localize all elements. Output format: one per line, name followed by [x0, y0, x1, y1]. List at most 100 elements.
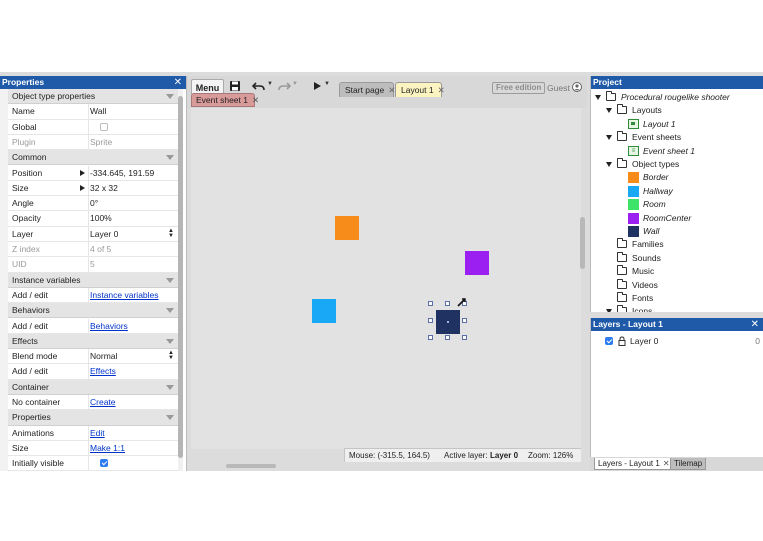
- selection-handle[interactable]: [462, 318, 467, 323]
- tree-folder-object-types[interactable]: Object types: [591, 158, 763, 171]
- property-row[interactable]: Add / edit Behaviors: [8, 318, 178, 334]
- sprite-hallway[interactable]: [312, 299, 336, 323]
- property-row[interactable]: Name Wall: [8, 104, 178, 120]
- tree-folder[interactable]: Sounds: [591, 251, 763, 265]
- undo-icon[interactable]: [252, 81, 266, 91]
- tree-folder[interactable]: Fonts: [591, 292, 763, 305]
- property-value[interactable]: Normal: [90, 349, 117, 364]
- selection-handle[interactable]: [428, 335, 433, 340]
- property-row[interactable]: Position -334.645, 191.59: [8, 165, 178, 181]
- tab-tilemap[interactable]: Tilemap: [670, 458, 707, 470]
- collapse-arrow-icon[interactable]: [166, 277, 174, 283]
- properties-scrollbar-thumb[interactable]: [178, 96, 183, 458]
- save-icon[interactable]: [229, 80, 241, 92]
- free-edition-badge[interactable]: Free edition: [492, 82, 546, 94]
- tree-item-layout[interactable]: Layout 1: [591, 118, 763, 131]
- property-checkbox[interactable]: [100, 459, 108, 468]
- sprite-roomcenter[interactable]: [465, 251, 489, 275]
- tree-item-event-sheet[interactable]: ≡ Event sheet 1: [591, 145, 763, 158]
- selection-handle[interactable]: [445, 335, 450, 340]
- undo-dropdown-icon[interactable]: ▼: [267, 81, 273, 87]
- selection-handle[interactable]: [428, 318, 433, 323]
- collapse-arrow-icon[interactable]: [166, 338, 174, 344]
- property-category[interactable]: Behaviors: [8, 303, 178, 319]
- property-category[interactable]: Effects: [8, 333, 178, 350]
- expand-arrow-icon[interactable]: [80, 169, 85, 176]
- tree-folder[interactable]: Videos: [591, 278, 763, 292]
- property-row[interactable]: Size 32 x 32: [8, 180, 178, 197]
- property-value[interactable]: -334.645, 191.59: [90, 166, 154, 181]
- property-link[interactable]: Behaviors: [90, 319, 128, 334]
- collapse-arrow-icon[interactable]: [166, 94, 174, 99]
- property-row[interactable]: Animations Edit: [8, 425, 178, 441]
- tree-item-object[interactable]: Hallway: [591, 185, 763, 198]
- property-row[interactable]: No container Create: [8, 395, 178, 411]
- property-value[interactable]: 5: [90, 257, 95, 272]
- collapse-arrow-icon[interactable]: [166, 415, 174, 421]
- collapse-arrow-icon[interactable]: [166, 308, 174, 314]
- collapse-arrow-icon[interactable]: [166, 384, 174, 390]
- property-category[interactable]: Object type properties: [8, 89, 178, 105]
- canvas-horizontal-scrollbar[interactable]: [226, 464, 276, 468]
- property-value[interactable]: 32 x 32: [90, 181, 118, 196]
- tab-start-page[interactable]: Start page ✕: [339, 82, 395, 97]
- expand-triangle-icon[interactable]: [606, 135, 612, 141]
- property-row[interactable]: Z index 4 of 5: [8, 242, 178, 258]
- tree-folder[interactable]: Music: [591, 265, 763, 278]
- tree-folder-cut-off[interactable]: Icons: [591, 305, 763, 312]
- property-row[interactable]: Global: [8, 119, 178, 135]
- property-row[interactable]: Plugin Sprite: [8, 134, 178, 151]
- expand-triangle-icon[interactable]: [606, 108, 612, 114]
- property-value[interactable]: 100%: [90, 211, 112, 226]
- property-category[interactable]: Instance variables: [8, 272, 178, 288]
- property-row[interactable]: Opacity 100%: [8, 211, 178, 227]
- property-value[interactable]: Wall: [90, 104, 106, 119]
- close-icon[interactable]: ✕: [174, 76, 182, 89]
- selection-handle[interactable]: [462, 335, 467, 340]
- property-category[interactable]: Container: [8, 379, 178, 395]
- property-row[interactable]: Add / edit Instance variables: [8, 287, 178, 304]
- property-row[interactable]: Layer Layer 0 ▲ ▼: [8, 226, 178, 242]
- property-link[interactable]: Edit: [90, 426, 105, 441]
- tree-folder-layouts[interactable]: Layouts: [591, 104, 763, 117]
- property-row[interactable]: Size Make 1:1: [8, 440, 178, 457]
- guest-label[interactable]: Guest: [547, 83, 570, 93]
- close-icon[interactable]: ✕: [252, 95, 259, 105]
- user-icon[interactable]: [572, 82, 582, 92]
- tab-event-sheet-1[interactable]: Event sheet 1 ✕: [191, 93, 259, 107]
- tab-layout-1[interactable]: Layout 1 ✕: [395, 82, 445, 97]
- tree-folder[interactable]: Families: [591, 238, 763, 251]
- property-row[interactable]: Initially visible: [8, 456, 178, 471]
- collapse-arrow-icon[interactable]: [166, 155, 174, 161]
- select-arrows-icon[interactable]: ▲ ▼: [168, 228, 174, 239]
- selection-handle[interactable]: [445, 301, 450, 306]
- property-row[interactable]: Add / edit Effects: [8, 364, 178, 380]
- close-icon[interactable]: ✕: [438, 85, 445, 95]
- sprite-border[interactable]: [335, 216, 359, 240]
- redo-dropdown-icon[interactable]: ▼: [292, 81, 298, 87]
- property-link[interactable]: Effects: [90, 364, 116, 379]
- close-icon[interactable]: ✕: [663, 459, 670, 468]
- canvas-vertical-scrollbar[interactable]: [580, 217, 585, 269]
- tree-item-object[interactable]: Border: [591, 171, 763, 184]
- property-value[interactable]: Layer 0: [90, 227, 118, 242]
- layer-visible-checkbox[interactable]: [605, 337, 613, 345]
- tab-layers[interactable]: Layers - Layout 1 ✕: [594, 458, 674, 470]
- tree-item-object[interactable]: Wall: [591, 225, 763, 238]
- play-dropdown-icon[interactable]: ▼: [324, 81, 330, 87]
- redo-icon[interactable]: [277, 81, 291, 91]
- property-value[interactable]: 0°: [90, 196, 98, 211]
- tree-folder-event-sheets[interactable]: Event sheets: [591, 131, 763, 144]
- property-checkbox[interactable]: [100, 122, 108, 131]
- property-value[interactable]: Sprite: [90, 135, 112, 150]
- property-link[interactable]: Make 1:1: [90, 441, 125, 456]
- expand-triangle-icon[interactable]: [606, 162, 612, 167]
- expand-arrow-icon[interactable]: [80, 184, 85, 191]
- close-icon[interactable]: ✕: [751, 318, 759, 331]
- layer-row[interactable]: Layer 0 0: [591, 334, 763, 348]
- tree-item-object[interactable]: Room: [591, 198, 763, 211]
- tree-item-object[interactable]: RoomCenter: [591, 212, 763, 225]
- tree-root[interactable]: Procedural rougelike shooter: [591, 91, 763, 104]
- property-row[interactable]: Angle 0°: [8, 196, 178, 212]
- property-row[interactable]: UID 5: [8, 257, 178, 273]
